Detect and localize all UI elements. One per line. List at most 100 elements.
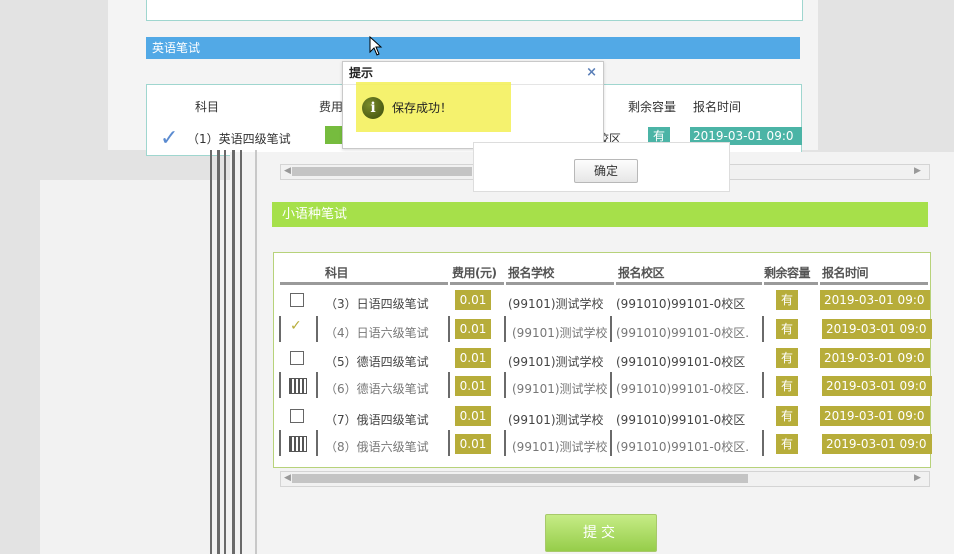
row-school: (99101)测试学校 bbox=[508, 297, 604, 311]
minor-language-section-header: 小语种笔试 bbox=[272, 202, 928, 227]
header-underline bbox=[280, 282, 320, 285]
submit-button[interactable]: 提交 bbox=[545, 514, 657, 552]
row-time: 2019-03-01 09:0 bbox=[820, 290, 930, 310]
render-glitch bbox=[279, 430, 281, 456]
bg-header-stock: 剩余容量 bbox=[628, 100, 677, 114]
render-glitch bbox=[448, 372, 450, 398]
render-glitch bbox=[504, 316, 506, 342]
render-glitch bbox=[504, 372, 506, 398]
row-time: 2019-03-01 09:0 bbox=[822, 319, 932, 339]
row-exam-name: （3）日语四级笔试 bbox=[325, 297, 429, 311]
render-glitch bbox=[279, 372, 281, 398]
render-glitch bbox=[255, 150, 257, 554]
render-glitch bbox=[232, 150, 235, 554]
info-icon: i bbox=[362, 97, 384, 119]
check-icon[interactable]: ✓ bbox=[290, 318, 302, 334]
row-campus: (991010)99101-0校区. bbox=[616, 382, 750, 396]
render-glitch bbox=[610, 430, 612, 456]
row-stock: 有 bbox=[776, 319, 798, 339]
row-campus: (991010)99101-0校区. bbox=[616, 440, 750, 454]
render-glitch bbox=[217, 150, 220, 554]
bg-header-subject: 科目 bbox=[195, 100, 220, 114]
scroll-right-icon[interactable]: ▶ bbox=[914, 471, 921, 485]
row-school: (99101)测试学校 bbox=[508, 355, 604, 369]
row-exam-name: （8）俄语六级笔试 bbox=[325, 440, 429, 454]
english-section-header: 英语笔试 bbox=[146, 37, 800, 59]
row-school: (99101)测试学校 bbox=[512, 382, 608, 396]
row-campus: (991010)99101-0校区. bbox=[616, 326, 750, 340]
scroll-left-icon[interactable]: ◀ bbox=[284, 471, 291, 485]
row-checkbox[interactable] bbox=[290, 293, 304, 307]
bg-row-name: （1）英语四级笔试 bbox=[187, 132, 291, 146]
row-fee: 0.01 bbox=[455, 376, 491, 396]
row-stock: 有 bbox=[776, 406, 798, 426]
header-underline bbox=[506, 282, 614, 285]
render-glitch bbox=[762, 316, 764, 342]
previous-table-box bbox=[146, 0, 803, 21]
row-campus: (991010)99101-0校区 bbox=[616, 355, 746, 369]
header-underline bbox=[820, 282, 928, 285]
row-stock: 有 bbox=[776, 434, 798, 454]
header-underline bbox=[320, 282, 448, 285]
render-glitch bbox=[316, 372, 318, 398]
render-glitch bbox=[279, 316, 281, 342]
dialog-message: 保存成功！ bbox=[392, 101, 453, 115]
bottom-scroll-thumb[interactable] bbox=[292, 474, 748, 483]
render-glitch bbox=[316, 430, 318, 456]
row-stock: 有 bbox=[776, 376, 798, 396]
render-glitch bbox=[210, 150, 212, 554]
header-school: 报名学校 bbox=[508, 266, 555, 280]
check-icon[interactable]: ✓ bbox=[160, 128, 178, 150]
render-glitch bbox=[762, 372, 764, 398]
mouse-cursor-icon bbox=[369, 36, 383, 56]
ok-button[interactable]: 确定 bbox=[574, 159, 638, 183]
close-icon[interactable]: × bbox=[586, 62, 597, 84]
render-glitch bbox=[448, 316, 450, 342]
render-glitch bbox=[610, 372, 612, 398]
header-time: 报名时间 bbox=[822, 266, 869, 280]
row-school: (99101)测试学校 bbox=[512, 440, 608, 454]
row-time: 2019-03-01 09:0 bbox=[822, 434, 932, 454]
bg-header-fee: 费用 bbox=[319, 100, 344, 114]
dialog-title: 提示 bbox=[349, 66, 374, 80]
row-fee: 0.01 bbox=[455, 406, 491, 426]
row-stock: 有 bbox=[776, 348, 798, 368]
scroll-right-icon[interactable]: ▶ bbox=[914, 164, 921, 178]
render-glitch bbox=[240, 150, 242, 554]
row-exam-name: （4）日语六级笔试 bbox=[325, 326, 429, 340]
header-stock: 剩余容量 bbox=[764, 266, 811, 280]
row-exam-name: （6）德语六级笔试 bbox=[325, 382, 429, 396]
bg-header-time: 报名时间 bbox=[693, 100, 742, 114]
row-campus: (991010)99101-0校区 bbox=[616, 413, 746, 427]
row-fee: 0.01 bbox=[455, 434, 491, 454]
header-underline bbox=[450, 282, 504, 285]
row-time: 2019-03-01 09:0 bbox=[820, 406, 930, 426]
render-glitch bbox=[316, 316, 318, 342]
row-stock: 有 bbox=[776, 290, 798, 310]
row-checkbox[interactable] bbox=[290, 409, 304, 423]
row-campus: (991010)99101-0校区 bbox=[616, 297, 746, 311]
render-glitch bbox=[504, 430, 506, 456]
row-school: (99101)测试学校 bbox=[512, 326, 608, 340]
row-checkbox[interactable] bbox=[290, 351, 304, 365]
row-exam-name: （5）德语四级笔试 bbox=[325, 355, 429, 369]
scroll-left-icon[interactable]: ◀ bbox=[284, 164, 291, 178]
render-glitch bbox=[224, 150, 226, 554]
row-checkbox[interactable] bbox=[289, 436, 307, 452]
row-fee: 0.01 bbox=[455, 319, 491, 339]
row-checkbox[interactable] bbox=[289, 378, 307, 394]
header-campus: 报名校区 bbox=[618, 266, 665, 280]
header-underline bbox=[616, 282, 762, 285]
left-margin bbox=[40, 180, 230, 554]
row-time: 2019-03-01 09:0 bbox=[820, 348, 930, 368]
header-fee: 费用(元) bbox=[452, 266, 497, 280]
top-scroll-thumb[interactable] bbox=[292, 167, 472, 176]
render-glitch bbox=[762, 430, 764, 456]
render-glitch bbox=[448, 430, 450, 456]
row-school: (99101)测试学校 bbox=[508, 413, 604, 427]
render-glitch bbox=[610, 316, 612, 342]
row-time: 2019-03-01 09:0 bbox=[822, 376, 932, 396]
row-fee: 0.01 bbox=[455, 290, 491, 310]
header-underline bbox=[764, 282, 818, 285]
row-fee: 0.01 bbox=[455, 348, 491, 368]
